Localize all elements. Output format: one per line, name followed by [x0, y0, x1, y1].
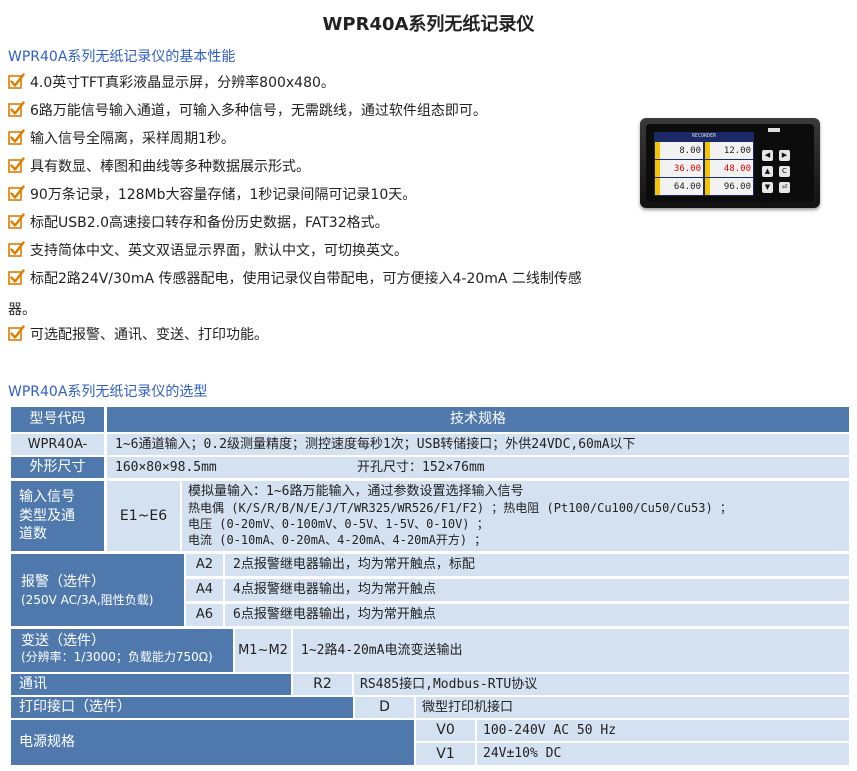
device-reading: 48.00	[705, 160, 753, 177]
feature-item: 具有数显、棒图和曲线等多种数据展示形式。	[8, 156, 310, 176]
checkmark-icon	[8, 185, 25, 202]
alarm-code: A2	[186, 554, 223, 576]
feature-text: 90万条记录，128Mb大容量存储，1秒记录间隔可记录10天。	[30, 187, 417, 203]
input-line: 电压 (0-20mV、0-100mV、0-5V、1-5V、0-10V) ；	[188, 517, 489, 531]
input-label: 输入信号类型及通道数	[11, 481, 104, 551]
page-title: WPR40A系列无纸记录仪	[322, 14, 535, 35]
cutout-value: 开孔尺寸：152×76mm	[357, 459, 485, 475]
feature-item: 支持简体中文、英文双语显示界面，默认中文，可切换英文。	[8, 240, 408, 260]
usb-port-icon	[768, 128, 780, 132]
feature-item: 4.0英寸TFT真彩液晶显示屏，分辨率800x480。	[8, 72, 335, 92]
alarm-desc: 6点报警继电器输出，均为常开触点	[225, 604, 849, 626]
power-desc: 24V±10% DC	[477, 743, 849, 765]
feature-text: 4.0英寸TFT真彩液晶显示屏，分辨率800x480。	[30, 75, 335, 91]
feature-item: 可选配报警、通讯、变送、打印功能。	[8, 324, 268, 344]
feature-text: 输入信号全隔离，采样周期1秒。	[30, 131, 235, 147]
transmit-label-cell: 变送（选件） (分辨率：1/3000；负载能力750Ω)	[11, 629, 233, 672]
print-code: D	[355, 697, 414, 718]
model-code: WPR40A-	[11, 434, 104, 455]
device-reading: 64.00	[655, 178, 703, 195]
section-heading-selection: WPR40A系列无纸记录仪的选型	[8, 384, 208, 400]
input-line: 电流 (0-10mA、0-20mA、4-20mA、4-20mA开方) ；	[188, 533, 487, 547]
transmit-sub: (分辨率：1/3000；负载能力750Ω)	[21, 649, 213, 664]
feature-text: 标配2路24V/30mA 传感器配电，使用记录仪自带配电，可方便接入4-20mA…	[30, 271, 582, 287]
model-description: 1~6通道输入；0.2级测量精度；测控速度每秒1次；USB转储接口；外供24VD…	[107, 434, 849, 455]
power-code: V1	[416, 743, 475, 765]
device-key-up-icon: ▲	[762, 166, 773, 177]
transmit-desc: 1~2路4-20mA电流变送输出	[293, 629, 849, 672]
feature-text: 支持简体中文、英文双语显示界面，默认中文，可切换英文。	[30, 243, 408, 259]
feature-text: 标配USB2.0高速接口转存和备份历史数据，FAT32格式。	[30, 215, 389, 231]
feature-continuation: 器。	[8, 302, 36, 318]
power-desc: 100-240V AC 50 Hz	[477, 720, 849, 741]
checkmark-icon	[8, 129, 25, 146]
power-code: V0	[416, 720, 475, 741]
comm-code: R2	[293, 674, 352, 695]
feature-item: 输入信号全隔离，采样周期1秒。	[8, 128, 235, 148]
device-key-left-icon: ◀	[762, 150, 773, 161]
feature-text: 6路万能信号输入通道，可输入多种信号，无需跳线，通过软件组态即可。	[30, 103, 487, 119]
transmit-label: 变送（选件）	[21, 633, 105, 649]
comm-label: 通讯	[11, 674, 291, 695]
checkmark-icon	[8, 73, 25, 90]
feature-item: 6路万能信号输入通道，可输入多种信号，无需跳线，通过软件组态即可。	[8, 100, 487, 120]
dimension-label: 外形尺寸	[11, 457, 104, 478]
checkmark-icon	[8, 213, 25, 230]
feature-item: 90万条记录，128Mb大容量存储，1秒记录间隔可记录10天。	[8, 184, 416, 204]
device-screen-header: RECORDER	[691, 133, 717, 139]
device-reading: 36.00	[655, 160, 703, 177]
table-header-spec: 技术规格	[107, 407, 849, 432]
comm-desc: RS485接口,Modbus-RTU协议	[354, 674, 849, 695]
alarm-code: A6	[186, 604, 223, 626]
device-reading: 12.00	[705, 142, 753, 159]
feature-item: 标配2路24V/30mA 传感器配电，使用记录仪自带配电，可方便接入4-20mA…	[8, 268, 582, 288]
alarm-sub: (250V AC/3A,阻性负载)	[21, 592, 154, 607]
checkmark-icon	[8, 241, 25, 258]
input-line: 热电偶 (K/S/R/B/N/E/J/T/WR325/WR526/F1/F2) …	[188, 501, 732, 515]
input-code: E1~E6	[107, 481, 180, 551]
input-line: 模拟量输入：1~6路万能输入，通过参数设置选择输入信号	[188, 484, 524, 499]
device-key-down-icon: ▼	[762, 182, 773, 193]
checkmark-icon	[8, 269, 25, 286]
print-desc: 微型打印机接口	[416, 697, 849, 718]
device-key-right-icon: ▶	[779, 150, 790, 161]
device-key-c-icon: C	[779, 166, 790, 177]
dimension-value: 160×80×98.5mm	[115, 459, 217, 475]
alarm-desc: 2点报警继电器输出，均为常开触点，标配	[225, 554, 849, 576]
alarm-code: A4	[186, 579, 223, 601]
power-label: 电源规格	[11, 720, 414, 765]
alarm-label-cell: 报警（选件） (250V AC/3A,阻性负载)	[11, 554, 184, 626]
feature-text: 具有数显、棒图和曲线等多种数据展示形式。	[30, 159, 310, 175]
alarm-desc: 4点报警继电器输出，均为常开触点	[225, 579, 849, 601]
device-reading: 96.00	[705, 178, 753, 195]
checkmark-icon	[8, 157, 25, 174]
recorder-device-image: RECORDER 8.00 12.00 36.00 48.00 64.00 96…	[640, 118, 820, 208]
input-description: 模拟量输入：1~6路万能输入，通过参数设置选择输入信号 热电偶 (K/S/R/B…	[182, 481, 849, 551]
device-reading: 8.00	[655, 142, 703, 159]
table-header-model: 型号代码	[11, 407, 104, 432]
alarm-label: 报警（选件）	[21, 574, 105, 590]
feature-text: 可选配报警、通讯、变送、打印功能。	[30, 327, 268, 343]
print-label: 打印接口（选件）	[11, 697, 353, 718]
device-key-enter-icon: ⏎	[779, 182, 790, 193]
dimension-row: 160×80×98.5mm 开孔尺寸：152×76mm	[107, 457, 849, 478]
feature-item: 标配USB2.0高速接口转存和备份历史数据，FAT32格式。	[8, 212, 389, 232]
checkmark-icon	[8, 325, 25, 342]
checkmark-icon	[8, 101, 25, 118]
transmit-code: M1~M2	[235, 629, 291, 672]
device-screen: RECORDER 8.00 12.00 36.00 48.00 64.00 96…	[654, 132, 754, 196]
section-heading-performance: WPR40A系列无纸记录仪的基本性能	[8, 49, 236, 65]
